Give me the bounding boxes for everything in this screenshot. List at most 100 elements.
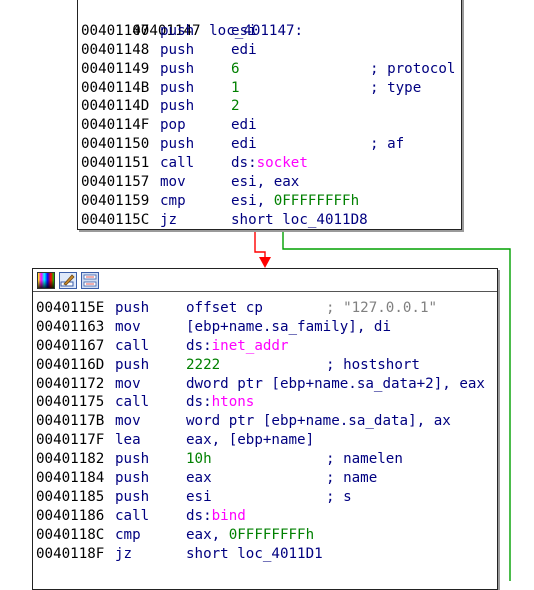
mnemonic[interactable]: mov bbox=[160, 173, 186, 192]
asm-line[interactable]: 00401182 push 10h ; namelen bbox=[36, 450, 403, 469]
mnemonic[interactable]: mov bbox=[115, 375, 141, 394]
api-name[interactable]: htons bbox=[212, 394, 255, 410]
mnemonic[interactable]: push bbox=[115, 469, 149, 488]
asm-line[interactable]: 0040115C jz short loc_4011D8 bbox=[81, 211, 368, 230]
operands[interactable]: edi bbox=[231, 41, 257, 60]
asm-line[interactable]: 00401159 cmp esi, 0FFFFFFFFh bbox=[81, 192, 359, 211]
operands[interactable]: offset cp bbox=[186, 299, 263, 318]
graph-node-loc-401147[interactable]: 00401147 loc_401147: 00401147 push esi 0040… bbox=[77, 0, 462, 230]
mnemonic[interactable]: push bbox=[160, 135, 194, 154]
asm-line[interactable]: 0040117F lea eax, [ebp+name] bbox=[36, 431, 314, 450]
operand-text: word ptr [ebp+name.sa_data], ax bbox=[186, 413, 451, 430]
line-address: 00401148 bbox=[81, 41, 150, 58]
asm-line[interactable]: 0040116D push 2222 ; hostshort bbox=[36, 356, 420, 375]
asm-line[interactable]: 0040118F jz short loc_4011D1 bbox=[36, 545, 323, 564]
mnemonic[interactable]: jz bbox=[115, 545, 132, 564]
operands[interactable]: eax bbox=[186, 469, 212, 488]
asm-line[interactable]: 00401185 push esi ; s bbox=[36, 488, 352, 507]
operand-text: dword ptr [ebp+name.sa_data+2], eax bbox=[186, 375, 485, 392]
mnemonic[interactable]: push bbox=[115, 450, 149, 469]
operands[interactable]: 6 bbox=[231, 60, 240, 79]
operands[interactable]: ds:bind bbox=[186, 507, 246, 526]
mnemonic[interactable]: push bbox=[160, 97, 194, 116]
asm-line[interactable]: 00401163 mov [ebp+name.sa_family], di bbox=[36, 318, 391, 337]
operands[interactable]: ds:htons bbox=[186, 393, 254, 412]
api-name[interactable]: socket bbox=[257, 155, 308, 171]
operands[interactable]: short loc_4011D8 bbox=[231, 211, 368, 230]
label-line[interactable]: 00401147 loc_401147: bbox=[81, 3, 303, 39]
color-icon[interactable] bbox=[37, 271, 55, 289]
mnemonic[interactable]: call bbox=[115, 507, 149, 526]
operands[interactable]: eax, 0FFFFFFFFh bbox=[186, 526, 314, 545]
line-address: 00401151 bbox=[81, 155, 150, 172]
asm-line[interactable]: 00401150 push edi ; af bbox=[81, 135, 404, 154]
mnemonic[interactable]: push bbox=[160, 41, 194, 60]
mnemonic[interactable]: mov bbox=[115, 412, 141, 431]
asm-line[interactable]: 0040117B mov word ptr [ebp+name.sa_data], … bbox=[36, 412, 451, 431]
operands[interactable]: dword ptr [ebp+name.sa_data+2], eax bbox=[186, 375, 485, 394]
operands[interactable]: edi bbox=[231, 135, 257, 154]
operands[interactable]: 2 bbox=[231, 97, 240, 116]
line-comment: ; hostshort bbox=[326, 356, 420, 373]
asm-line[interactable]: 00401148 push edi bbox=[81, 41, 303, 60]
asm-line[interactable]: 00401149 push 6 ; protocol bbox=[81, 60, 455, 79]
line-address: 00401172 bbox=[36, 375, 105, 392]
mnemonic[interactable]: call bbox=[115, 337, 149, 356]
api-name[interactable]: inet_addr bbox=[212, 338, 289, 354]
operands[interactable]: esi bbox=[186, 488, 212, 507]
operands[interactable]: esi, 0FFFFFFFFh bbox=[231, 192, 359, 211]
operands[interactable]: eax, [ebp+name] bbox=[186, 431, 314, 450]
asm-line[interactable]: 00401175 call ds:htons bbox=[36, 393, 254, 412]
operands[interactable]: edi bbox=[231, 116, 257, 135]
line-address: 0040114F bbox=[81, 117, 150, 134]
operands[interactable]: 1 bbox=[231, 79, 240, 98]
mnemonic[interactable]: push bbox=[160, 22, 194, 41]
graph-node-loc-40115e[interactable]: 0040115E push offset cp; "127.0.0.1" 004011… bbox=[32, 268, 498, 590]
mnemonic[interactable]: call bbox=[115, 393, 149, 412]
rename-icon[interactable] bbox=[59, 271, 77, 289]
operands[interactable]: 2222 bbox=[186, 356, 220, 375]
asm-line[interactable]: 0040118C cmp eax, 0FFFFFFFFh bbox=[36, 526, 314, 545]
asm-line[interactable]: 00401151 call ds:socket bbox=[81, 154, 308, 173]
mnemonic[interactable]: jz bbox=[160, 211, 177, 230]
operands[interactable]: ds:socket bbox=[231, 154, 308, 173]
operands[interactable]: word ptr [ebp+name.sa_data], ax bbox=[186, 412, 451, 431]
line-address: 0040117F bbox=[36, 432, 105, 449]
asm-line[interactable]: 00401167 call ds:inet_addr bbox=[36, 337, 289, 356]
mnemonic[interactable]: push bbox=[115, 299, 149, 318]
asm-line[interactable]: 0040114B push 1 ; type bbox=[81, 79, 421, 98]
asm-line[interactable]: 00401186 call ds:bind bbox=[36, 507, 246, 526]
operands[interactable]: short loc_4011D1 bbox=[186, 545, 323, 564]
mnemonic[interactable]: pop bbox=[160, 116, 186, 135]
operand-text: edi bbox=[231, 41, 257, 58]
operand-text: ds: bbox=[186, 507, 212, 524]
line-address: 0040115C bbox=[81, 211, 150, 228]
false-branch-arrowhead bbox=[259, 257, 271, 268]
asm-line[interactable]: 00401172 mov dword ptr [ebp+name.sa_data+2… bbox=[36, 375, 485, 394]
mnemonic[interactable]: push bbox=[115, 356, 149, 375]
operands[interactable]: ds:inet_addr bbox=[186, 337, 289, 356]
line-comment: ; namelen bbox=[326, 451, 403, 468]
asm-line[interactable]: 0040114D push 2 bbox=[81, 97, 303, 116]
operands[interactable]: 10h bbox=[186, 450, 212, 469]
mnemonic[interactable]: cmp bbox=[115, 526, 141, 545]
block-lines: 00401147 loc_401147: 00401147 push esi 0040… bbox=[81, 3, 455, 230]
mnemonic[interactable]: lea bbox=[115, 431, 141, 450]
mnemonic[interactable]: push bbox=[160, 79, 194, 98]
mnemonic[interactable]: cmp bbox=[160, 192, 186, 211]
mnemonic[interactable]: call bbox=[160, 154, 194, 173]
operands[interactable]: esi, eax bbox=[231, 173, 299, 192]
line-comment: ; protocol bbox=[370, 60, 456, 77]
asm-line[interactable]: 00401184 push eax ; name bbox=[36, 469, 377, 488]
mnemonic[interactable]: push bbox=[160, 60, 194, 79]
api-name[interactable]: bind bbox=[212, 508, 246, 524]
asm-line[interactable]: 0040114F pop edi bbox=[81, 116, 303, 135]
asm-line[interactable]: 00401147 push esi bbox=[81, 22, 303, 41]
operands[interactable]: [ebp+name.sa_family], di bbox=[186, 318, 391, 337]
asm-line[interactable]: 00401157 mov esi, eax bbox=[81, 173, 303, 192]
asm-line[interactable]: 0040115E push offset cp ; "127.0.0.1" bbox=[36, 299, 437, 318]
operands[interactable]: esi bbox=[231, 22, 257, 41]
graph-overview-icon[interactable] bbox=[81, 271, 99, 289]
mnemonic[interactable]: mov bbox=[115, 318, 141, 337]
mnemonic[interactable]: push bbox=[115, 488, 149, 507]
